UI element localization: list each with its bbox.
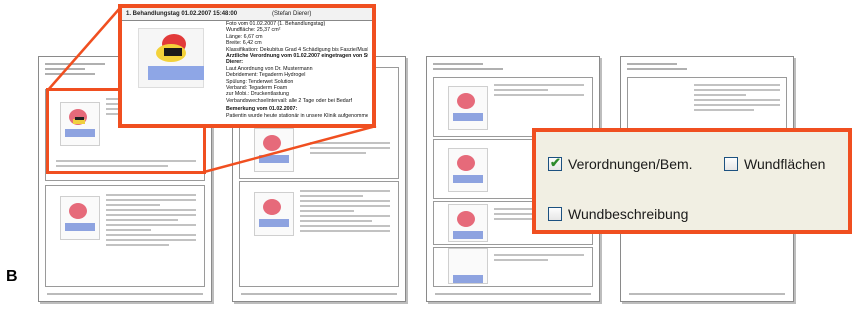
wound-thumbnail bbox=[448, 204, 488, 242]
wound-thumbnail bbox=[448, 248, 488, 284]
wound-photo bbox=[126, 22, 222, 88]
zoom-bold-line: Ärztliche Verordnung vom 01.02.2007 eing… bbox=[226, 53, 368, 60]
wound-thumbnail bbox=[448, 86, 488, 130]
wound-thumbnail bbox=[254, 128, 294, 172]
checkbox-box[interactable] bbox=[724, 157, 738, 171]
note-text: Patientin wurde heute stationär in unser… bbox=[226, 112, 368, 119]
checkbox-verordnungen[interactable]: ✔ Verordnungen/Bem. bbox=[548, 155, 693, 172]
checkbox-box[interactable] bbox=[548, 207, 562, 221]
order-line: Verbandswechselintervall: alle 2 Tage od… bbox=[226, 97, 352, 104]
figure-label: B bbox=[6, 268, 18, 285]
checkbox-wundbeschreibung[interactable]: Wundbeschreibung bbox=[548, 206, 688, 222]
wound-thumbnail bbox=[448, 148, 488, 192]
print-options-panel: ✔ Verordnungen/Bem. Wundflächen Wundbesc… bbox=[532, 128, 852, 234]
checkbox-label: Verordnungen/Bem. bbox=[568, 156, 693, 172]
checkbox-label: Wundbeschreibung bbox=[568, 206, 689, 222]
zoom-user: (Stefan Dierer) bbox=[272, 11, 312, 17]
checkbox-box[interactable]: ✔ bbox=[548, 155, 562, 171]
checkbox-wundflaechen[interactable]: Wundflächen bbox=[724, 156, 825, 172]
zoom-title: 1. Behandlungstag 01.02.2007 15:48:00 bbox=[126, 11, 238, 17]
zoom-detail: 1. Behandlungstag 01.02.2007 15:48:00 (S… bbox=[118, 4, 376, 128]
checkbox-label: Wundflächen bbox=[744, 156, 826, 172]
wound-thumbnail bbox=[60, 196, 100, 240]
checkmark-icon: ✔ bbox=[550, 155, 561, 170]
wound-thumbnail bbox=[254, 192, 294, 236]
